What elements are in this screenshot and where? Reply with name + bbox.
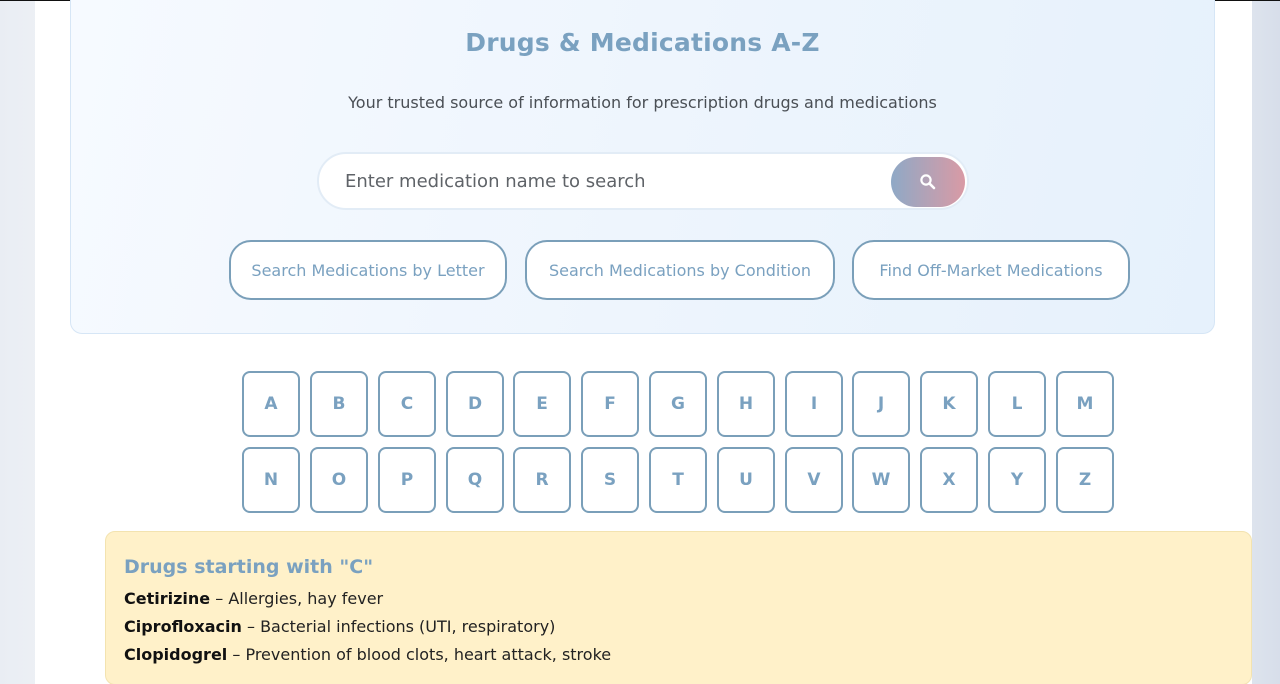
list-item[interactable]: Ciprofloxacin – Bacterial infections (UT…	[124, 616, 611, 644]
drug-name[interactable]: Ciprofloxacin	[124, 617, 242, 636]
letter-button-q[interactable]: Q	[446, 447, 504, 513]
letter-button-k[interactable]: K	[920, 371, 978, 437]
drug-name[interactable]: Cetirizine	[124, 589, 210, 608]
letter-button-a[interactable]: A	[242, 371, 300, 437]
letter-button-s[interactable]: S	[581, 447, 639, 513]
page-title: Drugs & Medications A-Z	[465, 28, 820, 57]
letter-button-t[interactable]: T	[649, 447, 707, 513]
results-heading: Drugs starting with "C"	[124, 556, 374, 578]
letter-button-h[interactable]: H	[717, 371, 775, 437]
letter-button-m[interactable]: M	[1056, 371, 1114, 437]
drug-name[interactable]: Clopidogrel	[124, 645, 227, 664]
letter-button-j[interactable]: J	[852, 371, 910, 437]
letter-button-r[interactable]: R	[513, 447, 571, 513]
letter-button-x[interactable]: X	[920, 447, 978, 513]
letter-button-e[interactable]: E	[513, 371, 571, 437]
search-by-condition-button[interactable]: Search Medications by Condition	[525, 240, 835, 300]
search-input[interactable]	[319, 154, 879, 208]
letter-button-i[interactable]: I	[785, 371, 843, 437]
search-icon	[919, 173, 937, 191]
list-item[interactable]: Clopidogrel – Prevention of blood clots,…	[124, 644, 611, 672]
letter-button-p[interactable]: P	[378, 447, 436, 513]
search-by-letter-button[interactable]: Search Medications by Letter	[229, 240, 507, 300]
results-panel: Drugs starting with "C" Cetirizine – All…	[105, 531, 1252, 684]
drug-description: – Allergies, hay fever	[210, 589, 384, 608]
letter-button-n[interactable]: N	[242, 447, 300, 513]
letter-button-d[interactable]: D	[446, 371, 504, 437]
letter-button-c[interactable]: C	[378, 371, 436, 437]
hero-section: Drugs & Medications A-Z Your trusted sou…	[70, 0, 1215, 334]
page-subtitle: Your trusted source of information for p…	[348, 93, 937, 112]
find-off-market-button[interactable]: Find Off-Market Medications	[852, 240, 1130, 300]
letter-button-o[interactable]: O	[310, 447, 368, 513]
drug-description: – Bacterial infections (UTI, respiratory…	[241, 617, 556, 636]
drug-description: – Prevention of blood clots, heart attac…	[227, 645, 612, 664]
drug-list: Cetirizine – Allergies, hay fever Ciprof…	[124, 588, 611, 672]
letter-button-f[interactable]: F	[581, 371, 639, 437]
letter-button-g[interactable]: G	[649, 371, 707, 437]
search-button[interactable]	[891, 157, 965, 207]
letter-button-l[interactable]: L	[988, 371, 1046, 437]
letter-button-w[interactable]: W	[852, 447, 910, 513]
search-bar	[317, 152, 969, 210]
list-item[interactable]: Cetirizine – Allergies, hay fever	[124, 588, 611, 616]
letter-button-z[interactable]: Z	[1056, 447, 1114, 513]
letter-button-y[interactable]: Y	[988, 447, 1046, 513]
letter-button-v[interactable]: V	[785, 447, 843, 513]
page-container: Drugs & Medications A-Z Your trusted sou…	[35, 0, 1252, 684]
letter-button-b[interactable]: B	[310, 371, 368, 437]
letter-button-u[interactable]: U	[717, 447, 775, 513]
